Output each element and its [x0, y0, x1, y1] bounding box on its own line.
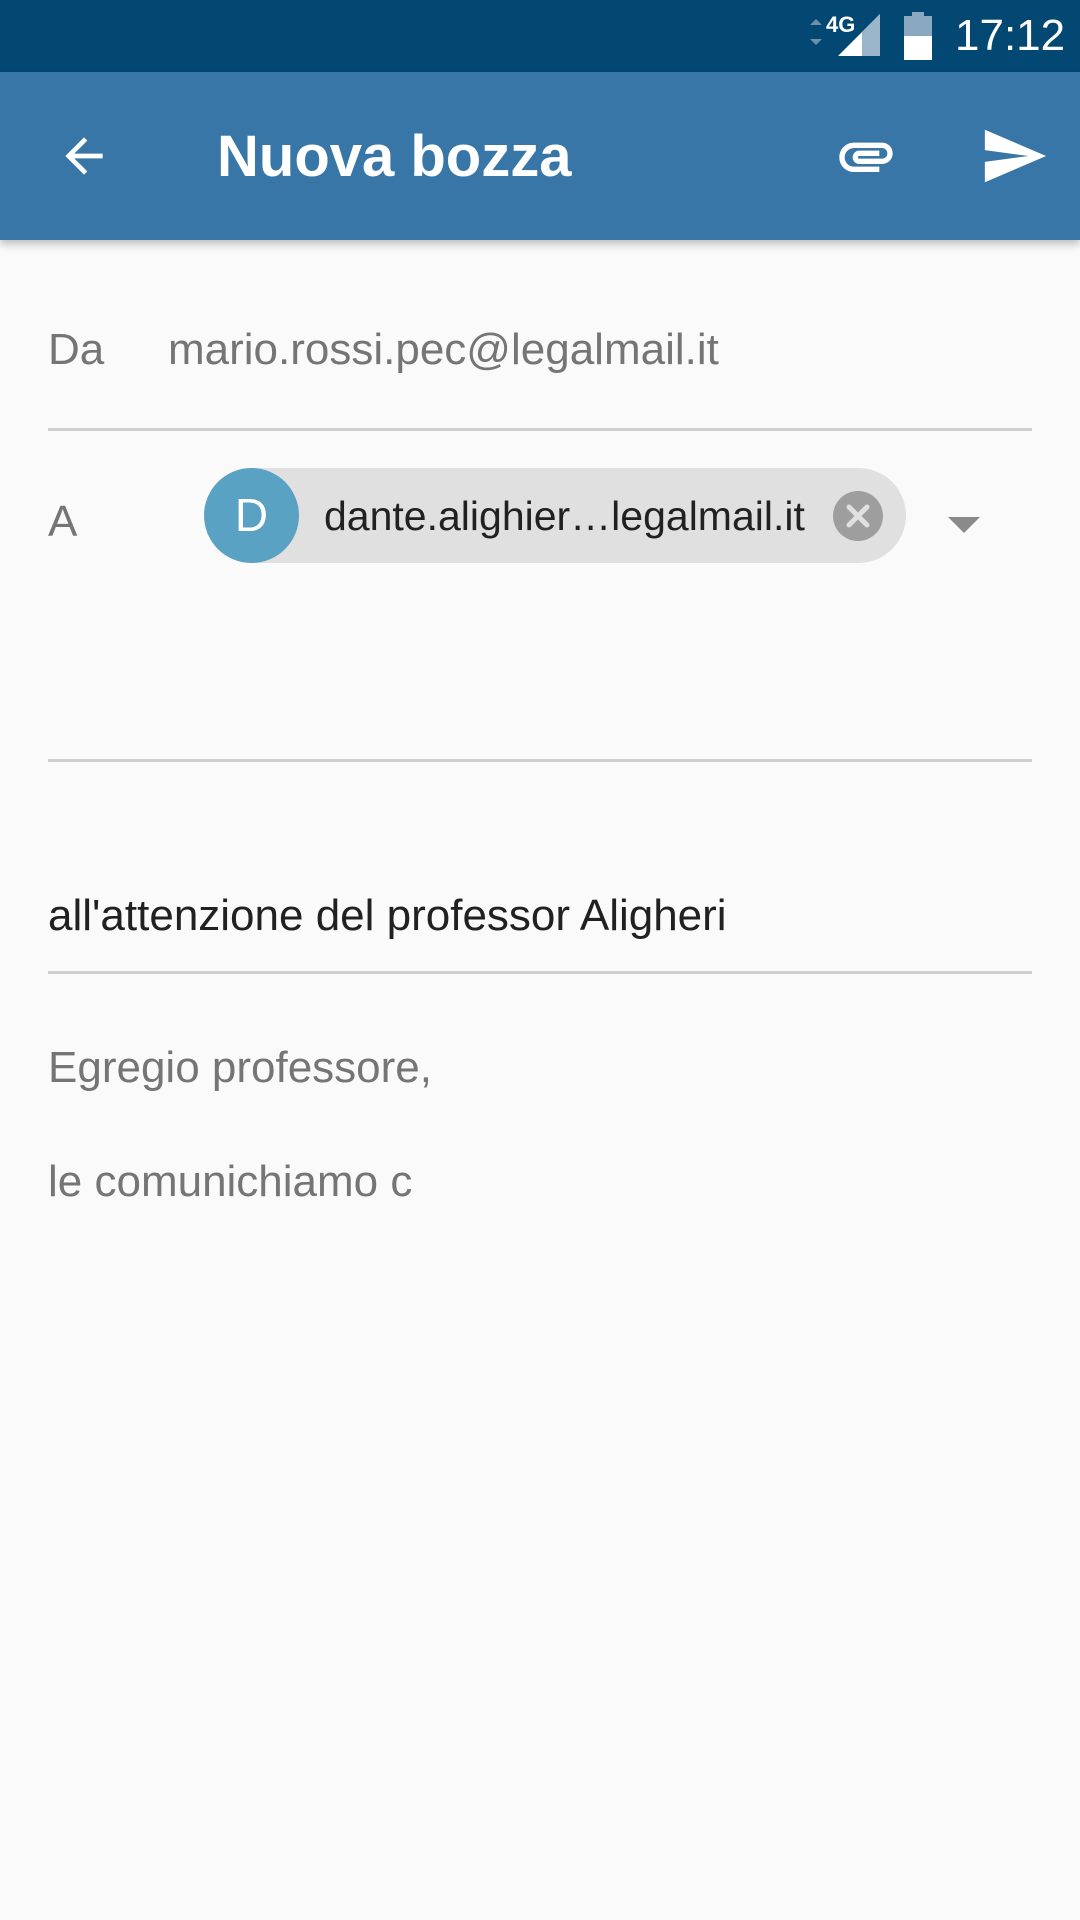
body-line: Egregio professore, — [48, 1043, 432, 1092]
recipient-address: dante.alighier…legalmail.it — [324, 493, 805, 539]
status-clock: 17:12 — [955, 11, 1066, 60]
battery-icon — [904, 12, 932, 60]
avatar: D — [204, 468, 299, 563]
attach-button[interactable] — [820, 114, 912, 198]
status-bar: 4G 17:12 — [0, 0, 1080, 72]
divider — [48, 759, 1032, 762]
body-line: le comunichiamo c — [48, 1157, 413, 1206]
remove-recipient-icon[interactable] — [832, 490, 884, 542]
send-button[interactable] — [964, 114, 1064, 198]
send-icon — [984, 129, 1047, 183]
page-title: Nuova bozza — [217, 124, 572, 189]
recipient-chip[interactable]: D dante.alighier…legalmail.it — [204, 468, 906, 563]
message-body-field[interactable]: Egregio professore, le comunichiamo c — [48, 1040, 1032, 1860]
from-label: Da — [48, 325, 105, 374]
paperclip-icon — [839, 142, 893, 172]
subject-field[interactable]: all'attenzione del professor Aligheri — [48, 888, 1032, 948]
back-button[interactable] — [42, 114, 126, 198]
app-bar: Nuova bozza — [0, 72, 1080, 240]
divider — [48, 971, 1032, 974]
network-type-label: 4G — [826, 12, 856, 37]
arrow-back-icon — [65, 137, 103, 175]
recipient-dropdown-button[interactable] — [934, 504, 994, 544]
from-address[interactable]: mario.rossi.pec@legalmail.it — [168, 322, 719, 378]
to-label: A — [48, 497, 78, 546]
divider — [48, 428, 1032, 431]
chevron-down-icon — [948, 517, 980, 533]
